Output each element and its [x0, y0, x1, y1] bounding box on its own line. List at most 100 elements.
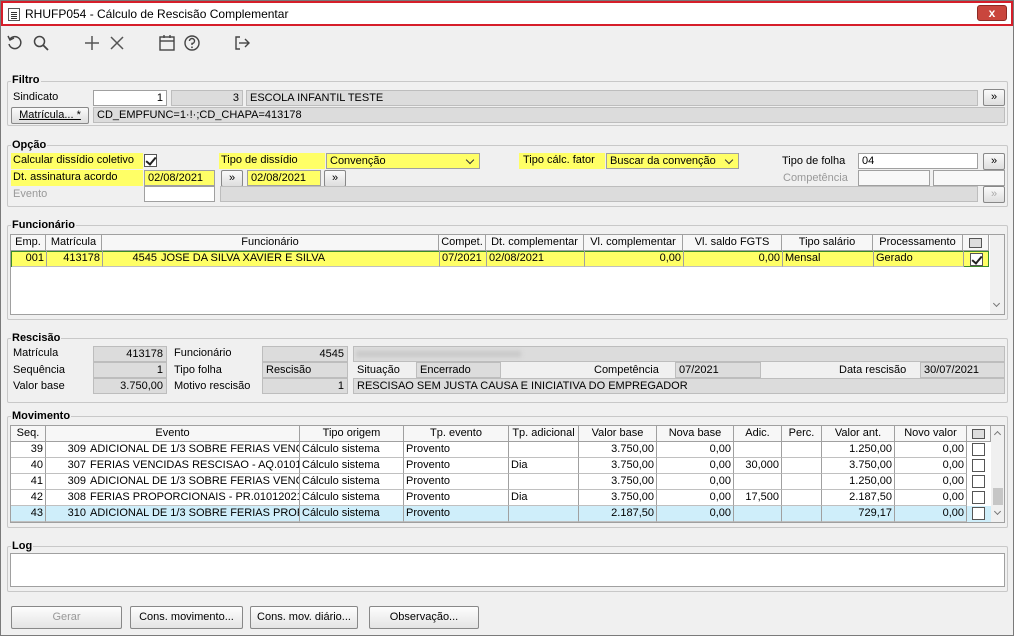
cell-origem: Cálculo sistema	[300, 506, 404, 522]
log-textarea[interactable]	[10, 553, 1005, 587]
cell-compet: 07/2021	[440, 251, 487, 267]
evento-input[interactable]	[144, 186, 215, 202]
cons-movimento-button[interactable]: Cons. movimento...	[130, 606, 243, 629]
sindicato-more-button[interactable]: »	[983, 89, 1005, 106]
sindicato-input[interactable]: 1	[93, 90, 167, 106]
cell-emp: 001	[12, 251, 47, 267]
calendar-icon[interactable]	[157, 34, 177, 54]
rescisao-funcionario-code: 4545	[262, 346, 348, 362]
cell-adic	[734, 442, 782, 458]
col-header-adic[interactable]: Adic.	[734, 426, 782, 442]
cons-mov-diario-button[interactable]: Cons. mov. diário...	[250, 606, 358, 629]
valor-base-value: 3.750,00	[93, 378, 167, 394]
select-all-box[interactable]	[969, 238, 982, 248]
mov-select-all-box[interactable]	[972, 429, 985, 439]
log-title: Log	[11, 540, 34, 552]
col-header-mov-select[interactable]	[967, 426, 991, 442]
title-bar: RHUFP054 - Cálculo de Rescisão Complemen…	[1, 1, 1013, 26]
col-header-funcionario[interactable]: Funcionário	[102, 235, 439, 251]
row-checkbox[interactable]	[970, 253, 983, 266]
tipo-dissidio-select[interactable]: Convenção	[326, 153, 480, 169]
exit-icon[interactable]	[232, 34, 252, 54]
tipo-folha-input[interactable]: 04	[858, 153, 978, 169]
col-header-valor-ant[interactable]: Valor ant.	[822, 426, 895, 442]
cell-novo-valor: 0,00	[895, 490, 967, 506]
table-row[interactable]: 39309ADICIONAL DE 1/3 SOBRE FERIAS VENCI…	[11, 442, 991, 458]
calcular-dissidio-checkbox[interactable]	[144, 154, 157, 167]
close-button[interactable]: x	[977, 5, 1007, 21]
dt-assinatura-more-button-2[interactable]: »	[324, 170, 346, 187]
rescisao-tipo-folha-value: Rescisão	[262, 362, 348, 378]
col-header-tipo-origem[interactable]: Tipo origem	[300, 426, 404, 442]
remove-icon[interactable]	[107, 34, 127, 54]
tipo-dissidio-label: Tipo de dissídio	[219, 153, 325, 169]
evento-label: Evento	[13, 188, 48, 200]
col-header-tipo-salario[interactable]: Tipo salário	[782, 235, 873, 251]
row-checkbox[interactable]	[972, 459, 985, 472]
table-row[interactable]: 001 413178 4545 JOSE DA SILVA XAVIER E S…	[11, 251, 989, 267]
scroll-thumb[interactable]	[993, 488, 1003, 505]
add-icon[interactable]	[82, 34, 102, 54]
scroll-down-icon[interactable]	[993, 507, 1002, 516]
tipo-calc-fator-label: Tipo cálc. fator	[519, 153, 605, 169]
matricula-button[interactable]: Matrícula... *	[11, 107, 89, 124]
movimento-scrollbar[interactable]	[991, 426, 1004, 522]
app-window: RHUFP054 - Cálculo de Rescisão Complemen…	[0, 0, 1014, 636]
dt-assinatura-input[interactable]: 02/08/2021	[144, 170, 215, 186]
row-checkbox[interactable]	[972, 475, 985, 488]
col-header-processamento[interactable]: Processamento	[873, 235, 963, 251]
cell-valor-ant: 3.750,00	[822, 458, 895, 474]
observacao-button[interactable]: Observação...	[369, 606, 479, 629]
search-icon[interactable]	[31, 34, 51, 54]
rescisao-competencia-value: 07/2021	[675, 362, 761, 378]
table-row[interactable]: 40307FERIAS VENCIDAS RESCISAO - AQ.01012…	[11, 458, 991, 474]
cell-perc	[782, 442, 822, 458]
row-checkbox[interactable]	[972, 443, 985, 456]
col-header-compet[interactable]: Compet.	[439, 235, 486, 251]
col-header-tp-evento[interactable]: Tp. evento	[404, 426, 509, 442]
col-header-vl-complementar[interactable]: Vl. complementar	[584, 235, 683, 251]
cell-perc	[782, 474, 822, 490]
movimento-grid: Seq. Evento Tipo origem Tp. evento Tp. a…	[10, 425, 1005, 523]
col-header-tp-adicional[interactable]: Tp. adicional	[509, 426, 579, 442]
col-header-perc[interactable]: Perc.	[782, 426, 822, 442]
cell-seq: 41	[11, 474, 46, 490]
table-row[interactable]: 41309ADICIONAL DE 1/3 SOBRE FERIAS VENCI…	[11, 474, 991, 490]
scroll-down-icon[interactable]	[992, 299, 1001, 308]
col-header-emp[interactable]: Emp.	[11, 235, 46, 251]
tipo-folha-more-button[interactable]: »	[983, 153, 1005, 170]
tipo-calc-fator-select[interactable]: Buscar da convenção	[606, 153, 739, 169]
col-header-valor-base[interactable]: Valor base	[579, 426, 657, 442]
evento-more-button[interactable]: »	[983, 186, 1005, 203]
col-header-matricula[interactable]: Matrícula	[46, 235, 102, 251]
gerar-button[interactable]: Gerar	[11, 606, 122, 629]
col-header-novo-valor[interactable]: Novo valor	[895, 426, 967, 442]
cell-dt-complementar: 02/08/2021	[487, 251, 585, 267]
col-header-evento[interactable]: Evento	[46, 426, 300, 442]
competencia-input-2[interactable]	[933, 170, 1005, 186]
dt-assinatura-input-2[interactable]: 02/08/2021	[247, 170, 321, 186]
col-header-seq[interactable]: Seq.	[11, 426, 46, 442]
cell-perc	[782, 458, 822, 474]
tipo-folha-label: Tipo de folha	[782, 155, 846, 167]
row-checkbox[interactable]	[972, 507, 985, 520]
table-row[interactable]: 42 308 FERIAS PROPORCIONAIS - PR.01012021-…	[11, 490, 991, 506]
cell-tp-evento: Provento	[404, 474, 509, 490]
dt-assinatura-more-button[interactable]: »	[221, 170, 243, 187]
col-header-vl-saldo-fgts[interactable]: Vl. saldo FGTS	[683, 235, 782, 251]
scroll-up-icon[interactable]	[993, 430, 1002, 439]
motivo-rescisao-value: RESCISAO SEM JUSTA CAUSA E INICIATIVA DO…	[353, 378, 1005, 394]
competencia-input[interactable]	[858, 170, 930, 186]
funcionario-scrollbar[interactable]	[990, 235, 1004, 314]
col-header-nova-base[interactable]: Nova base	[657, 426, 734, 442]
row-checkbox[interactable]	[972, 491, 985, 504]
cell-origem: Cálculo sistema	[300, 474, 404, 490]
help-icon[interactable]	[182, 34, 202, 54]
cell-nova-base: 0,00	[657, 458, 734, 474]
toolbar	[2, 29, 1012, 61]
refresh-icon[interactable]	[5, 34, 25, 54]
cell-seq: 42	[11, 490, 46, 506]
col-header-dt-complementar[interactable]: Dt. complementar	[486, 235, 584, 251]
table-row[interactable]: 43310ADICIONAL DE 1/3 SOBRE FERIAS PROPO…	[11, 506, 991, 522]
col-header-select[interactable]	[963, 235, 989, 251]
